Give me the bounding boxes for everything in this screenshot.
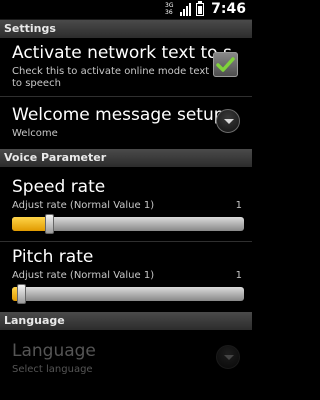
network-type-label: 3G xyxy=(165,2,174,9)
signal-icon xyxy=(180,3,193,16)
divider xyxy=(0,96,252,97)
pref-welcome-summary: Welcome xyxy=(12,128,58,139)
network-type-sublabel: 36 xyxy=(165,9,173,16)
pref-language-title: Language xyxy=(12,341,96,361)
network-type-icon: 3G 36 xyxy=(165,2,177,16)
pref-network-text-summary-2: to speech xyxy=(12,78,61,89)
pref-welcome-title: Welcome message setup xyxy=(12,105,225,125)
pitch-value: 1 xyxy=(235,270,242,281)
pref-pitch-title: Pitch rate xyxy=(12,247,94,267)
section-header-voice-parameter: Voice Parameter xyxy=(0,149,252,167)
slider-thumb[interactable] xyxy=(45,214,55,234)
clock: 7:46 xyxy=(211,1,246,17)
pref-pitch-summary: Adjust rate (Normal Value 1) xyxy=(12,270,155,281)
status-bar: 3G 36 7:46 xyxy=(0,0,252,20)
section-header-language: Language xyxy=(0,312,252,330)
speed-value: 1 xyxy=(235,200,242,211)
slider-fill xyxy=(12,217,50,231)
checkmark-icon xyxy=(216,57,235,72)
pref-speed-title: Speed rate xyxy=(12,177,106,197)
chevron-down-icon xyxy=(216,345,240,369)
network-text-checkbox[interactable] xyxy=(213,52,238,77)
status-icons: 3G 36 xyxy=(165,1,204,16)
pitch-slider[interactable] xyxy=(12,284,244,304)
pref-network-text-title: Activate network text to s xyxy=(12,43,232,63)
pref-speed-summary: Adjust rate (Normal Value 1) xyxy=(12,200,155,211)
slider-thumb[interactable] xyxy=(17,284,27,304)
pref-network-text-summary-1: Check this to activate online mode text xyxy=(12,66,210,77)
section-header-settings: Settings xyxy=(0,20,252,38)
divider xyxy=(0,241,252,242)
speed-slider[interactable] xyxy=(12,214,244,234)
slider-track xyxy=(12,287,244,301)
chevron-down-icon[interactable] xyxy=(216,109,240,133)
pref-language-summary: Select language xyxy=(12,364,93,375)
battery-icon xyxy=(196,1,204,16)
